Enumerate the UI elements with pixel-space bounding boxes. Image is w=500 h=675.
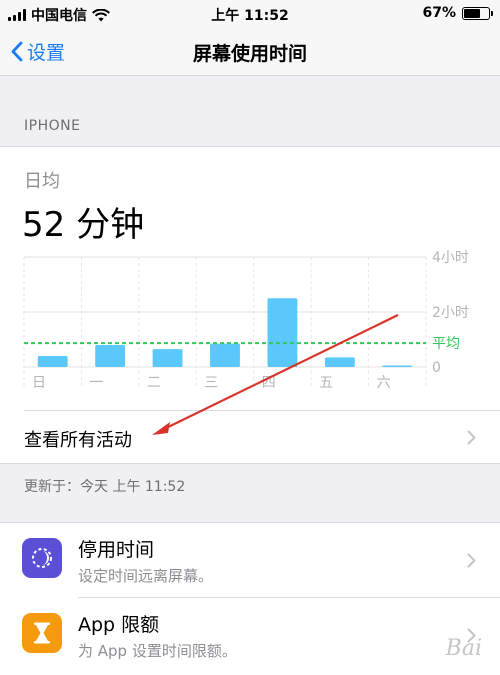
battery-percent: 67%	[422, 5, 456, 21]
annotation-arrow	[152, 314, 399, 435]
battery-fill	[464, 8, 481, 18]
battery-icon	[462, 6, 493, 20]
nav-bar: 设置 屏幕使用时间	[0, 26, 500, 76]
list-item-app-limits[interactable]: App 限额 为 App 设置时间限额。	[0, 598, 500, 672]
list-item-subtitle: 为 App 设置时间限额。	[78, 642, 237, 660]
hourglass-icon	[22, 613, 62, 653]
feature-list: 停用时间 设定时间远离屏幕。 App 限额 为 App 设置时间限额。 Bai	[0, 522, 500, 675]
usage-card: 日均 52 分钟 4小时 2小时 0 平均日一二三四五六 查看所有活动	[0, 146, 500, 464]
section-label: IPHONE	[24, 118, 81, 134]
list-item-downtime[interactable]: 停用时间 设定时间远离屏幕。	[0, 523, 500, 597]
chevron-right-icon	[467, 553, 476, 568]
list-item-subtitle: 设定时间远离屏幕。	[78, 567, 214, 585]
list-item-title: App 限额	[78, 614, 160, 636]
list-item-title: 停用时间	[78, 539, 155, 561]
last-updated: 更新于：今天 上午 11:52	[24, 479, 186, 495]
status-right: 67%	[422, 5, 493, 21]
downtime-icon	[22, 538, 62, 578]
watermark: Bai	[445, 636, 482, 661]
page-title: 屏幕使用时间	[192, 43, 307, 65]
status-bar: 中国电信 上午 11:52 67%	[0, 0, 500, 26]
